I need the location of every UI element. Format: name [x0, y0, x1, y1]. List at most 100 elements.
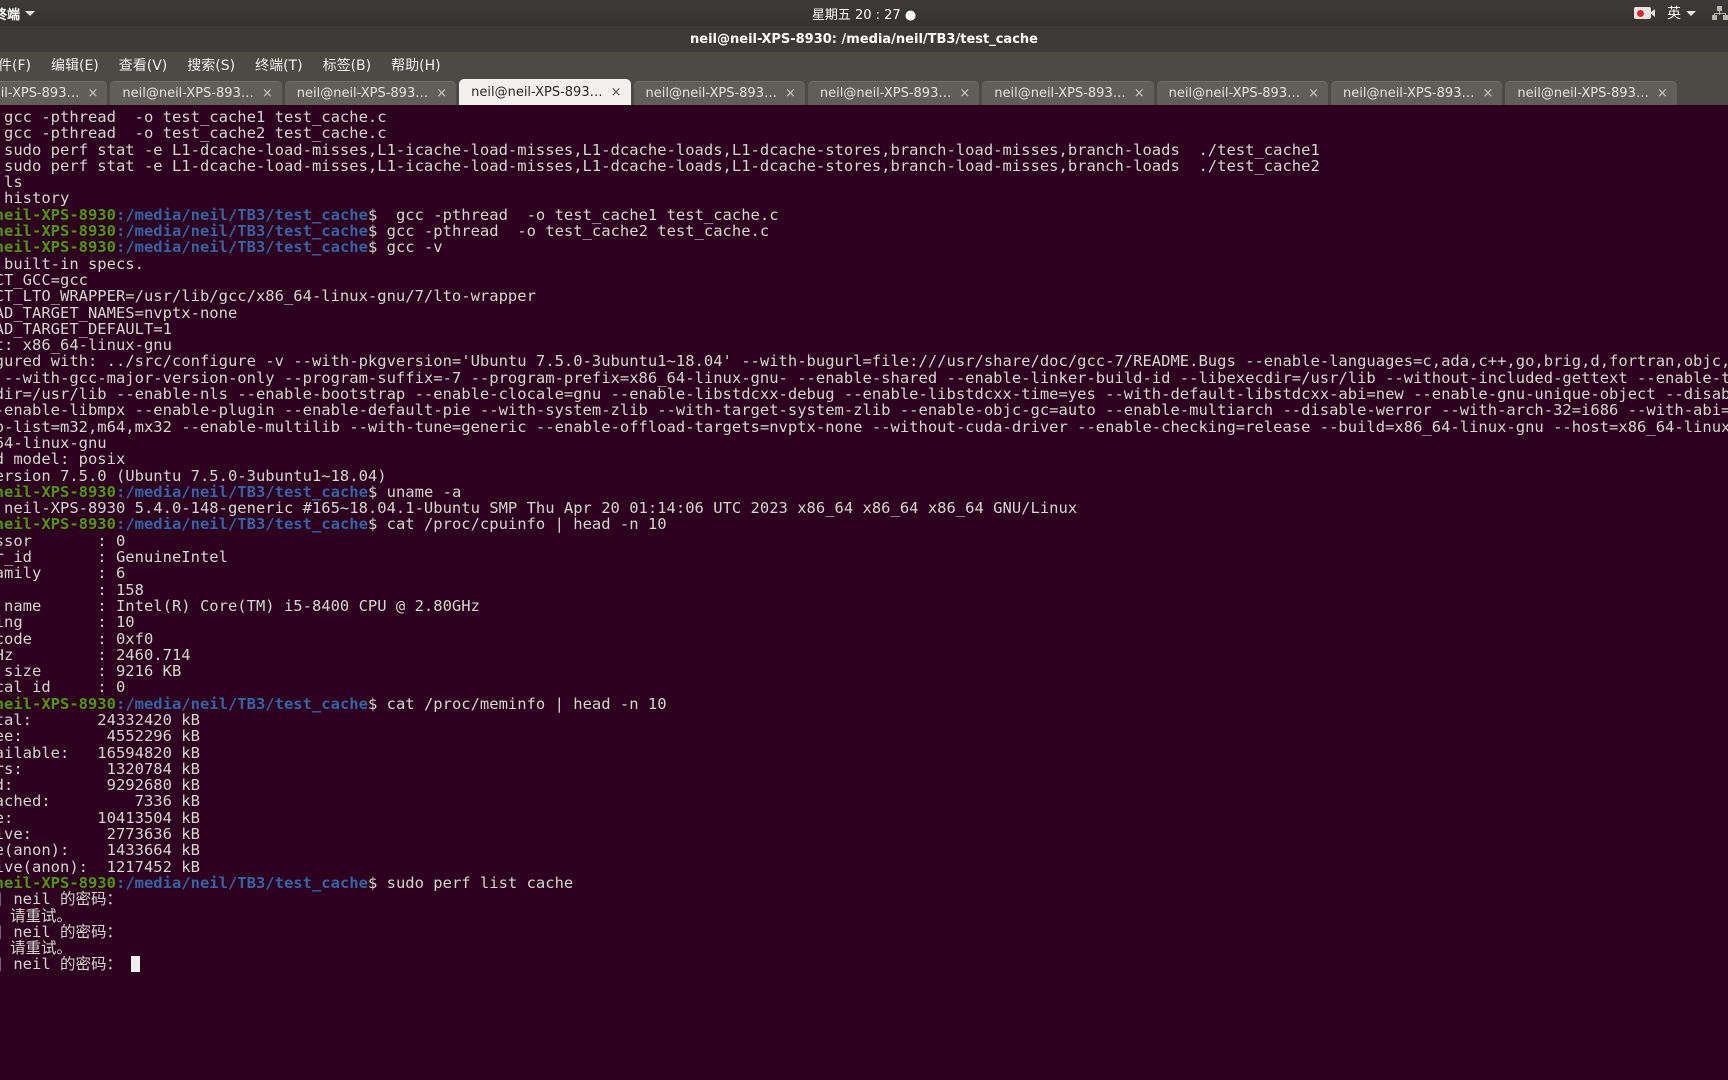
- terminal-line-text: cpu family : 6: [0, 564, 126, 583]
- terminal-tab-8[interactable]: neil@neil-XPS-893… ×: [1331, 81, 1503, 105]
- prompt-command: $ cat /proc/cpuinfo | head -n 10: [367, 515, 667, 534]
- terminal-line-text: Active: 10413504 kB: [0, 808, 200, 827]
- menu-item-0[interactable]: 件(F): [0, 53, 41, 78]
- terminal-line-text: MemAvailable: 16594820 kB: [0, 743, 200, 762]
- terminal-line-text: MemTotal: 24332420 kB: [0, 710, 200, 729]
- menu-item-5[interactable]: 标签(B): [313, 53, 382, 78]
- tab-label: neil@neil-XPS-893…: [122, 85, 254, 101]
- terminal-line-text: MemFree: 4552296 kB: [0, 727, 200, 746]
- terminal-line: Linux neil-XPS-8930 5.4.0-148-generic #1…: [0, 500, 1728, 516]
- prompt-path: :/media/neil/TB3/test_cache: [115, 515, 368, 534]
- terminal-tab-6[interactable]: neil@neil-XPS-893… ×: [982, 81, 1154, 105]
- terminal-line: COLLECT_LTO_WRAPPER=/usr/lib/gcc/x86_64-…: [0, 288, 1728, 304]
- tab-label: neil@neil-XPS-893…: [1517, 85, 1649, 101]
- terminal-line-text: Linux neil-XPS-8930 5.4.0-148-generic #1…: [0, 499, 1078, 518]
- terminal-tab-1[interactable]: neil@neil-XPS-893… ×: [110, 81, 282, 105]
- terminal-line-text: COLLECT_LTO_WRAPPER=/usr/lib/gcc/x86_64-…: [0, 287, 536, 306]
- terminal-line: MemTotal: 24332420 kB: [0, 712, 1728, 728]
- terminal-tab-7[interactable]: neil@neil-XPS-893… ×: [1156, 81, 1328, 105]
- prompt-user: neil@neil-XPS-8930: [0, 873, 116, 892]
- network-icon[interactable]: [1712, 6, 1728, 20]
- tab-label: neil@neil-XPS-893…: [471, 84, 603, 100]
- text-cursor: [131, 956, 141, 973]
- menu-item-4[interactable]: 终端(T): [245, 53, 312, 78]
- terminal-line-text: Buffers: 1320784 kB: [0, 759, 200, 778]
- chevron-down-icon: [1686, 10, 1696, 16]
- menu-item-2[interactable]: 查看(V): [109, 53, 178, 78]
- terminal-line-text: Active(anon): 1433664 kB: [0, 841, 200, 860]
- close-icon[interactable]: ×: [959, 87, 970, 100]
- terminal-line-text: 78 sudo perf stat -e L1-dcache-load-miss…: [0, 140, 1320, 159]
- terminal-line: vendor_id : GenuineIntel: [0, 549, 1728, 565]
- terminal-line: ify --enable-libmpx --enable-plugin --en…: [0, 402, 1728, 418]
- terminal-line-text: [sudo] neil 的密码：: [0, 890, 122, 909]
- tab-label: neil@neil-XPS-893…: [645, 85, 777, 101]
- close-icon[interactable]: ×: [1657, 87, 1668, 100]
- terminal-line: 80 ls: [0, 174, 1728, 190]
- terminal-line: model : 158: [0, 580, 1728, 599]
- terminal-tab-0[interactable]: neil@neil-XPS-893… ×: [0, 81, 108, 105]
- panel-clock[interactable]: 星期五 20 : 27 ●: [0, 4, 1728, 23]
- terminal-line: [sudo] neil 的密码：: [0, 956, 1728, 973]
- close-icon[interactable]: ×: [1308, 87, 1319, 100]
- close-icon[interactable]: ×: [785, 87, 796, 100]
- terminal-line-text: Inactive: 2773636 kB: [0, 825, 200, 844]
- terminal-line-text: ltilib-list=m32,m64,mx32 --enable-multil…: [0, 417, 1728, 436]
- tab-label: neil@neil-XPS-893…: [994, 85, 1126, 101]
- terminal-line: neil@neil-XPS-8930:/media/neil/TB3/test_…: [0, 875, 1728, 891]
- terminal-line: stepping : 10: [0, 614, 1728, 630]
- terminal-line-text: --libdir=/usr/lib --enable-nls --enable-…: [0, 385, 1728, 404]
- terminal-line: ltilib-list=m32,m64,mx32 --enable-multil…: [0, 417, 1728, 436]
- prompt-command: $ gcc -pthread -o test_cache1 test_cache…: [367, 205, 779, 224]
- terminal-line: cpu MHz : 2460.714: [0, 647, 1728, 663]
- terminal-line-text: 80 ls: [3, 173, 23, 192]
- menu-item-6[interactable]: 帮助(H): [381, 53, 450, 78]
- terminal-tab-9[interactable]: neil@neil-XPS-893… ×: [1505, 81, 1677, 105]
- terminal-line: [sudo] neil 的密码：: [0, 891, 1728, 907]
- unity-top-panel: 终端 星期五 20 : 27 ● 英: [0, 0, 1728, 26]
- prompt-user: neil@neil-XPS-8930: [0, 482, 116, 501]
- close-icon[interactable]: ×: [1482, 87, 1493, 100]
- menu-item-3[interactable]: 搜索(S): [177, 53, 245, 78]
- terminal-line-text: Cached: 9292680 kB: [0, 776, 200, 795]
- terminal-line-text: SwapCached: 7336 kB: [0, 792, 200, 811]
- terminal-view[interactable]: 76 gcc -pthread -o test_cache1 test_cach…: [0, 105, 1728, 1080]
- close-icon[interactable]: ×: [1134, 87, 1145, 100]
- screen-record-icon[interactable]: [1634, 7, 1655, 19]
- terminal-line-text: processor : 0: [0, 531, 126, 550]
- clock-alarm-dot: ●: [904, 7, 917, 23]
- terminal-line: SwapCached: 7336 kB: [0, 793, 1728, 809]
- terminal-line-text: 79 sudo perf stat -e L1-dcache-load-miss…: [0, 156, 1320, 175]
- terminal-line-text: microcode : 0xf0: [0, 629, 154, 648]
- panel-indicators: 英: [1634, 0, 1728, 26]
- menu-item-1[interactable]: 编辑(E): [41, 53, 109, 78]
- terminal-line: 对不起，请重试。: [0, 940, 1728, 956]
- terminal-line-text: Thread model: posix: [0, 450, 126, 469]
- close-icon[interactable]: ×: [262, 87, 273, 100]
- prompt-command: $ gcc -pthread -o test_cache2 test_cache…: [367, 222, 770, 241]
- ime-indicator[interactable]: 英: [1667, 3, 1696, 23]
- terminal-line: Cached: 9292680 kB: [0, 777, 1728, 793]
- prompt-user: neil@neil-XPS-8930: [0, 515, 116, 534]
- terminal-line: neil@neil-XPS-8930:/media/neil/TB3/test_…: [0, 239, 1728, 255]
- terminal-line: Target: x86_64-linux-gnu: [0, 337, 1728, 353]
- terminal-line: Active: 10413504 kB: [0, 810, 1728, 826]
- terminal-line-text: 对不起，请重试。: [0, 906, 73, 925]
- terminal-line-text: =x86_64-linux-gnu: [0, 433, 107, 452]
- terminal-tab-5[interactable]: neil@neil-XPS-893… ×: [807, 81, 980, 105]
- terminal-line-text: physical id : 0: [0, 678, 126, 697]
- terminal-line: neil@neil-XPS-8930:/media/neil/TB3/test_…: [0, 696, 1728, 712]
- terminal-line: microcode : 0xf0: [0, 629, 1728, 648]
- terminal-tab-3[interactable]: neil@neil-XPS-893… ×: [459, 79, 631, 105]
- close-icon[interactable]: ×: [436, 87, 447, 100]
- terminal-line-text: Using built-in specs.: [3, 254, 144, 273]
- close-icon[interactable]: ×: [611, 86, 622, 99]
- menu-bar: 件(F) 编辑(E) 查看(V) 搜索(S) 终端(T) 标签(B) 帮助(H): [0, 52, 1728, 79]
- tab-label: neil@neil-XPS-893…: [296, 85, 429, 101]
- terminal-tab-2[interactable]: neil@neil-XPS-893… ×: [284, 81, 457, 105]
- prompt-user: neil@neil-XPS-8930: [0, 222, 116, 241]
- terminal-line-text: model : 158: [97, 580, 144, 599]
- close-icon[interactable]: ×: [87, 87, 98, 100]
- terminal-line: neil@neil-XPS-8930:/media/neil/TB3/test_…: [0, 207, 1728, 223]
- terminal-tab-4[interactable]: neil@neil-XPS-893… ×: [633, 81, 805, 105]
